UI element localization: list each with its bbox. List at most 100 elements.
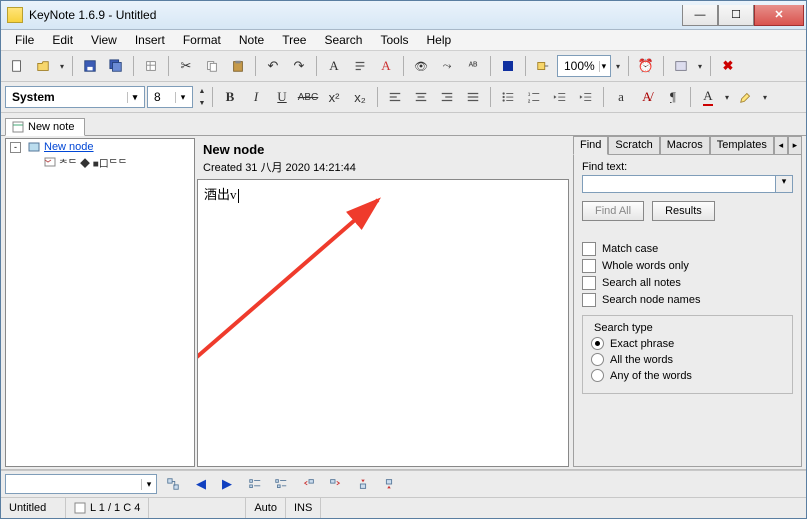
nav-back-icon[interactable]: ◀ xyxy=(189,472,213,496)
move-left-icon[interactable] xyxy=(297,472,321,496)
menu-search[interactable]: Search xyxy=(316,31,370,49)
align-center-icon[interactable] xyxy=(409,85,433,109)
redo-icon[interactable]: ↷ xyxy=(287,54,311,78)
italic-button[interactable]: I xyxy=(244,85,268,109)
move-up-icon[interactable] xyxy=(351,472,375,496)
menu-tools[interactable]: Tools xyxy=(372,31,416,49)
zoom-dropdown-icon[interactable]: ▾ xyxy=(613,54,623,78)
find-history-dropdown[interactable]: ▾ xyxy=(776,175,793,193)
minimize-button[interactable]: — xyxy=(682,5,718,26)
editor-body[interactable]: 酒出v xyxy=(197,179,569,467)
undo-icon[interactable]: ↶ xyxy=(261,54,285,78)
align-left-icon[interactable] xyxy=(383,85,407,109)
font-dialog-icon[interactable]: A xyxy=(322,54,346,78)
bold-button[interactable]: B xyxy=(218,85,242,109)
tree-view-icon[interactable] xyxy=(161,472,185,496)
outline-1-icon[interactable] xyxy=(243,472,267,496)
font-bg-icon[interactable]: a xyxy=(609,85,633,109)
highlight-color-dropdown-icon[interactable]: ▾ xyxy=(760,85,770,109)
alarm-icon[interactable]: ⏰ xyxy=(634,54,658,78)
tree-root-label[interactable]: New node xyxy=(44,141,94,153)
zoom-combo[interactable]: 100% ▾ xyxy=(557,55,611,77)
numbering-icon[interactable]: 12 xyxy=(522,85,546,109)
find-icon[interactable]: 👁 xyxy=(409,54,433,78)
radio-exact-phrase[interactable]: Exact phrase xyxy=(591,337,784,350)
whole-words-check[interactable]: Whole words only xyxy=(582,259,793,273)
zoom-value: 100% xyxy=(564,59,595,73)
content-area: - New node ᄎᄃ ◆ ■口ᄃᄃ New node Created 31… xyxy=(1,136,806,470)
tree-panel[interactable]: - New node ᄎᄃ ◆ ■口ᄃᄃ xyxy=(5,138,195,467)
search-all-notes-check[interactable]: Search all notes xyxy=(582,276,793,290)
bullets-icon[interactable] xyxy=(496,85,520,109)
underline-button[interactable]: U xyxy=(270,85,294,109)
highlight-icon[interactable]: A xyxy=(374,54,398,78)
paste-icon[interactable] xyxy=(226,54,250,78)
radio-any-words[interactable]: Any of the words xyxy=(591,369,784,382)
radio-all-words[interactable]: All the words xyxy=(591,353,784,366)
side-tab-find[interactable]: Find xyxy=(573,136,608,155)
close-button[interactable]: ✕ xyxy=(754,5,804,26)
options-dropdown-icon[interactable]: ▾ xyxy=(695,54,705,78)
font-color-icon[interactable]: A xyxy=(696,85,720,109)
save-all-icon[interactable] xyxy=(104,54,128,78)
copy-icon[interactable] xyxy=(200,54,224,78)
side-tab-scroll-right[interactable]: ▸ xyxy=(788,136,802,154)
indent-icon[interactable] xyxy=(574,85,598,109)
justify-icon[interactable] xyxy=(461,85,485,109)
move-right-icon[interactable] xyxy=(323,472,347,496)
options-icon[interactable] xyxy=(669,54,693,78)
paragraph-icon[interactable] xyxy=(348,54,372,78)
style-apply-icon[interactable] xyxy=(531,54,555,78)
side-tab-templates[interactable]: Templates xyxy=(710,136,774,154)
clear-format-icon[interactable]: A̸ xyxy=(635,85,659,109)
menu-view[interactable]: View xyxy=(83,31,125,49)
menu-help[interactable]: Help xyxy=(419,31,460,49)
note-settings-icon[interactable] xyxy=(139,54,163,78)
save-icon[interactable] xyxy=(78,54,102,78)
move-down-icon[interactable] xyxy=(377,472,401,496)
font-size-combo[interactable]: 8 ▾ xyxy=(147,86,193,108)
maximize-button[interactable]: ☐ xyxy=(718,5,754,26)
font-size-up-icon[interactable]: ▲ xyxy=(195,85,209,97)
menu-insert[interactable]: Insert xyxy=(127,31,173,49)
open-file-icon[interactable] xyxy=(31,54,55,78)
menu-tree[interactable]: Tree xyxy=(274,31,314,49)
editor-header: New node Created 31 八月 2020 14:21:44 xyxy=(197,138,569,179)
results-button[interactable]: Results xyxy=(652,201,715,221)
font-color-dropdown-icon[interactable]: ▾ xyxy=(722,85,732,109)
menu-edit[interactable]: Edit xyxy=(44,31,81,49)
color-square-icon[interactable] xyxy=(496,54,520,78)
tree-root-node[interactable]: - New node xyxy=(6,139,194,155)
font-name-combo[interactable]: System ▾ xyxy=(5,86,145,108)
open-dropdown-icon[interactable]: ▾ xyxy=(57,54,67,78)
side-tab-scratch[interactable]: Scratch xyxy=(608,136,659,154)
side-tab-scroll-left[interactable]: ◂ xyxy=(774,136,788,154)
search-node-names-check[interactable]: Search node names xyxy=(582,293,793,307)
font-size-down-icon[interactable]: ▼ xyxy=(195,97,209,109)
nav-fwd-icon[interactable]: ▶ xyxy=(215,472,239,496)
menu-format[interactable]: Format xyxy=(175,31,229,49)
collapse-icon[interactable]: - xyxy=(10,142,21,153)
note-tab[interactable]: New note xyxy=(5,118,85,136)
menu-note[interactable]: Note xyxy=(231,31,272,49)
tree-child-node[interactable]: ᄎᄃ ◆ ■口ᄃᄃ xyxy=(6,155,194,170)
match-case-check[interactable]: Match case xyxy=(582,242,793,256)
superscript-button[interactable]: x² xyxy=(322,85,346,109)
outline-2-icon[interactable] xyxy=(269,472,293,496)
find-next-icon[interactable]: ⤳ xyxy=(435,54,459,78)
find-all-button[interactable]: Find All xyxy=(582,201,644,221)
strike-button[interactable]: ABC xyxy=(296,85,320,109)
cut-icon[interactable]: ✂ xyxy=(174,54,198,78)
find-text-input[interactable] xyxy=(582,175,776,193)
menu-file[interactable]: File xyxy=(7,31,42,49)
paragraph-marks-icon[interactable]: ¶ xyxy=(661,85,685,109)
align-right-icon[interactable] xyxy=(435,85,459,109)
outdent-icon[interactable] xyxy=(548,85,572,109)
new-file-icon[interactable] xyxy=(5,54,29,78)
style-combo[interactable]: ▾ xyxy=(5,474,157,494)
side-tab-macros[interactable]: Macros xyxy=(660,136,710,154)
delete-icon[interactable]: ✖ xyxy=(716,54,740,78)
subscript-button[interactable]: x₂ xyxy=(348,85,372,109)
highlight-color-icon[interactable] xyxy=(734,85,758,109)
replace-icon[interactable]: ᴬᴮ xyxy=(461,54,485,78)
